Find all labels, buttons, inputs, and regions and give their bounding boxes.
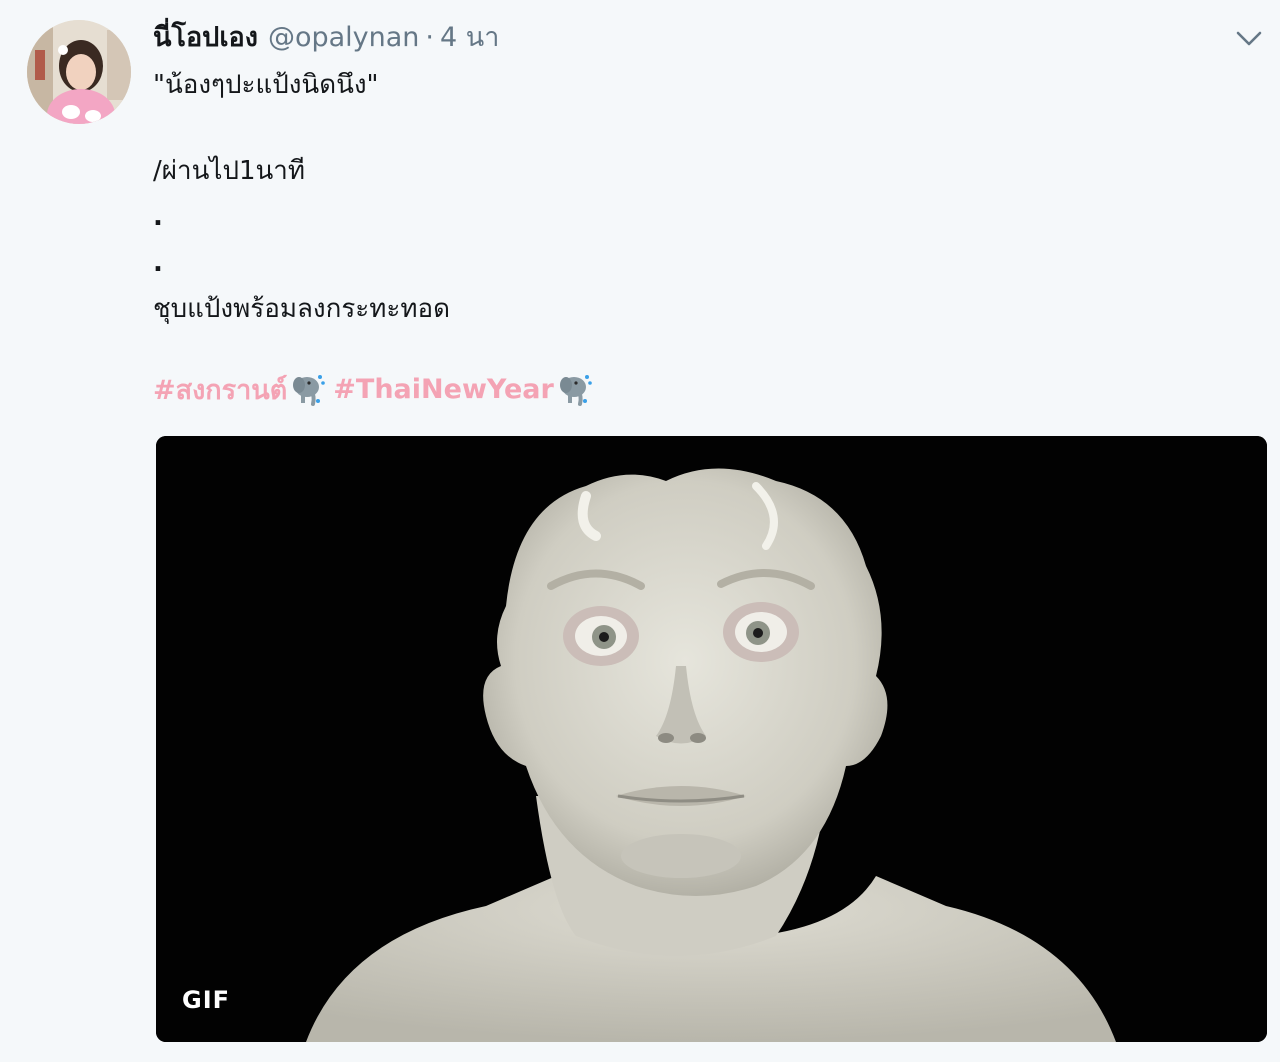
gif-badge: GIF [182, 986, 231, 1014]
hashtag-text[interactable]: #สงกรานต์ [153, 368, 287, 411]
tweet-text-blank-line [153, 108, 1253, 148]
separator-dot: · [425, 22, 434, 53]
hashtag-thainewyear[interactable]: #ThaiNewYear [333, 371, 600, 407]
avatar-image [27, 20, 131, 124]
hashtag-text[interactable]: #ThaiNewYear [333, 374, 554, 405]
elephant-splash-icon [293, 375, 326, 406]
tweet-text: "น้องๆปะแป้งนิดนึง" /ผ่านไป1นาที . . ชุบ… [153, 62, 1253, 332]
hashtag-songkran[interactable]: #สงกรานต์ [153, 368, 333, 411]
gif-media[interactable]: GIF [156, 436, 1267, 1042]
chevron-down-icon[interactable] [1234, 26, 1264, 50]
tweet-text-line: /ผ่านไป1นาที [153, 156, 306, 186]
tweet-text-line: . [153, 248, 163, 278]
tweet-text-line: "น้องๆปะแป้งนิดนึง" [153, 70, 379, 100]
handle[interactable]: @opalynan [268, 18, 419, 58]
display-name[interactable]: นี่โอปเอง [153, 18, 258, 58]
tweet-text-line: . [153, 202, 163, 232]
tweet-header: นี่โอปเอง @opalynan · 4 นา [153, 18, 499, 58]
avatar[interactable] [27, 20, 131, 124]
hashtags: #สงกรานต์ #ThaiNewYear [153, 366, 600, 412]
tweet-text-line: ชุบแป้งพร้อมลงกระทะทอด [153, 294, 451, 324]
elephant-splash-icon [559, 375, 592, 406]
tweet: นี่โอปเอง @opalynan · 4 นา "น้องๆปะแป้งน… [0, 0, 1280, 1062]
timestamp[interactable]: 4 นา [440, 18, 499, 58]
gif-image [156, 436, 1267, 1042]
